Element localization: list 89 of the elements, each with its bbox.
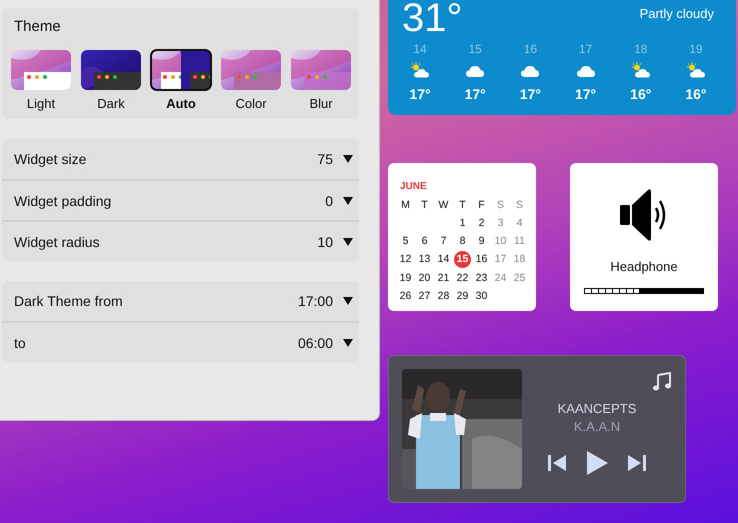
forecast-temperature: 17° (574, 86, 596, 102)
weekday-label: W (438, 198, 450, 213)
calendar-day[interactable]: 3 (491, 215, 510, 231)
forecast-hour: 18 (634, 42, 648, 56)
volume-bar[interactable] (584, 288, 704, 294)
calendar-day[interactable]: 20 (415, 270, 434, 286)
calendar-day[interactable]: 22 (453, 270, 472, 286)
setting-label: Widget radius (14, 234, 101, 250)
theme-preview-icon (151, 50, 211, 90)
calendar-day[interactable]: 9 (472, 233, 491, 249)
device-name: Headphone (610, 259, 678, 274)
setting-label: Dark Theme from (14, 293, 124, 309)
calendar-day[interactable]: 26 (396, 288, 415, 304)
theme-option[interactable]: Auto (151, 50, 211, 111)
calendar-day[interactable]: 7 (434, 233, 453, 249)
theme-option[interactable]: Dark (81, 50, 141, 111)
caret-icon (343, 154, 353, 164)
calendar-day[interactable]: 18 (510, 251, 529, 267)
sun-cloud-icon (630, 62, 651, 78)
caret-icon (343, 196, 353, 206)
calendar-day[interactable]: 12 (396, 251, 415, 267)
calendar-day[interactable]: 4 (510, 215, 529, 231)
setting-label: Widget padding (14, 192, 112, 208)
temperature: 31° (402, 0, 462, 40)
value-dropdown[interactable]: 10 (317, 234, 353, 250)
month-label: JUNE (400, 181, 427, 192)
forecast-hour: 17 (578, 42, 592, 56)
play-button[interactable] (585, 450, 609, 476)
theme-option[interactable]: Color (221, 50, 281, 111)
caret-icon (343, 296, 353, 306)
forecast-temperature: 17° (520, 86, 541, 102)
calendar-day[interactable]: 10 (491, 233, 510, 249)
calendar-day[interactable]: 27 (415, 288, 434, 304)
calendar-day[interactable]: 24 (491, 270, 510, 286)
calendar-day[interactable]: 1 (453, 215, 472, 231)
value-dropdown[interactable]: 0 (325, 192, 353, 208)
value-dropdown[interactable]: 75 (317, 151, 353, 167)
calendar-day[interactable]: 28 (434, 288, 453, 304)
calendar-day[interactable]: 16 (472, 251, 491, 267)
theme-preview-icon (221, 50, 281, 90)
calendar-day[interactable]: 6 (415, 233, 434, 249)
calendar-day[interactable]: 25 (510, 270, 529, 286)
track-title: KAANCEPTS (558, 401, 636, 416)
calendar-day[interactable]: 19 (396, 270, 415, 286)
setting-label: Widget size (14, 151, 88, 167)
calendar-day[interactable]: 2 (472, 215, 491, 231)
theme-option[interactable]: Blur (291, 50, 351, 111)
music-note-icon (652, 372, 672, 392)
setting-label: to (14, 334, 27, 350)
forecast-hour: 16 (524, 42, 538, 56)
forecast-temperature: 16° (630, 86, 652, 102)
calendar-day[interactable]: 15 (454, 251, 471, 268)
weekday-label: T (458, 198, 467, 213)
section-title: Theme (14, 18, 61, 35)
calendar-day[interactable]: 23 (472, 270, 491, 286)
theme-preview-icon (81, 50, 141, 90)
theme-preview-icon (291, 50, 351, 90)
value-dropdown[interactable]: 06:00 (298, 334, 353, 350)
forecast-hour: 14 (413, 42, 427, 56)
weekday-label: T (420, 198, 429, 213)
caret-icon (343, 236, 353, 246)
forecast-hour: 15 (468, 42, 482, 56)
calendar-day[interactable]: 13 (415, 251, 434, 267)
next-button[interactable] (627, 453, 647, 473)
weather-condition: Partly cloudy (640, 6, 714, 21)
caret-icon (343, 338, 353, 348)
sun-cloud-icon (410, 62, 430, 78)
theme-option[interactable]: Light (11, 50, 71, 111)
previous-button[interactable] (547, 453, 567, 473)
calendar-day[interactable]: 11 (510, 233, 529, 249)
calendar-day[interactable]: 17 (491, 251, 510, 267)
forecast-temperature: 17° (464, 86, 486, 102)
calendar-day[interactable]: 8 (453, 233, 472, 249)
forecast-hour: 19 (689, 42, 703, 56)
forecast-temperature: 17° (409, 86, 431, 102)
artist-name: K.A.A.N (574, 419, 620, 434)
calendar-day[interactable]: 21 (434, 270, 453, 286)
weekday-label: F (477, 198, 486, 213)
calendar-day[interactable]: 29 (453, 288, 472, 304)
calendar-day[interactable]: 30 (472, 288, 491, 304)
theme-preview-icon (11, 50, 71, 90)
calendar-day[interactable]: 5 (396, 233, 415, 249)
weekday-label: M (400, 198, 411, 213)
forecast-temperature: 16° (685, 86, 707, 102)
calendar-day[interactable]: 14 (434, 251, 453, 267)
weekday-label: S (496, 198, 505, 213)
value-dropdown[interactable]: 17:00 (298, 293, 353, 309)
sun-cloud-icon (686, 62, 706, 78)
weekday-label: S (514, 198, 524, 213)
